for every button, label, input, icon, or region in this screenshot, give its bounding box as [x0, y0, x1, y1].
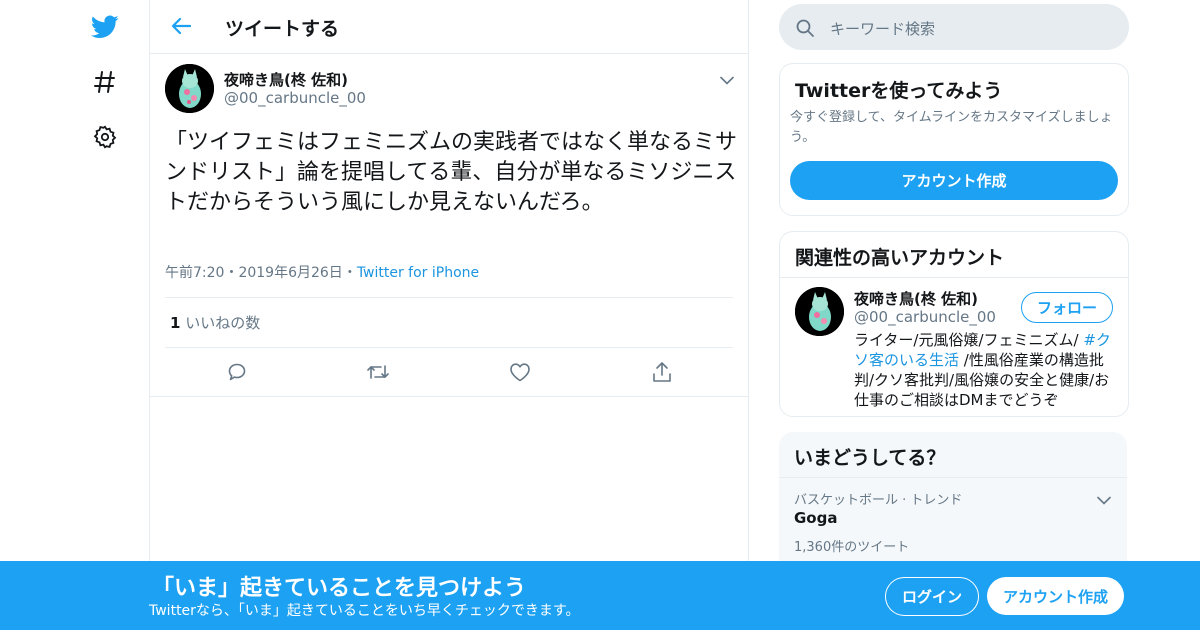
tweet-time[interactable]: 午前7:20: [165, 265, 224, 281]
reply-icon[interactable]: [223, 358, 251, 386]
tweet-meta: 午前7:20・2019年6月26日・Twitter for iPhone: [165, 262, 479, 282]
meta-separator: ・: [224, 265, 239, 281]
signup-card-title: Twitterを使ってみよう: [795, 80, 1003, 102]
banner-create-account-button[interactable]: アカウント作成: [987, 577, 1124, 615]
trend-tweet-count: 1,360件のツイート: [794, 540, 910, 555]
tweet-user-handle[interactable]: @00_carbuncle_00: [224, 89, 366, 107]
signup-card-description: 今すぐ登録して、タイムラインをカスタマイズしましょう。: [790, 110, 1113, 145]
search-box[interactable]: キーワード検索: [779, 4, 1129, 50]
page-title: ツイートする: [225, 18, 340, 40]
search-icon: [795, 18, 815, 42]
main-column: ツイートする 夜啼き鳥(柊 佐和) @00_carbuncle_00 「ツイフェ…: [149, 0, 749, 630]
related-user-bio: ライター/元風俗嬢/フェミニズム/ #クソ客のいる生活 /性風俗産業の構造批判/…: [854, 330, 1114, 410]
banner-subtitle: Twitterなら、「いま」起きていることをいち早くチェックできます。: [149, 603, 580, 619]
twitter-logo-icon[interactable]: [90, 12, 120, 42]
tweet-user-name[interactable]: 夜啼き鳥(柊 佐和): [224, 69, 348, 90]
chevron-down-icon[interactable]: [720, 70, 734, 89]
signup-banner: 「いま」起きていることを見つけよう Twitterなら、「いま」起きていることを…: [0, 561, 1200, 630]
trend-category: バスケットボール · トレンド: [794, 493, 963, 508]
divider: [165, 347, 733, 348]
likes-count: 1: [170, 314, 181, 332]
tweet-source-link[interactable]: Twitter for iPhone: [357, 265, 479, 281]
related-accounts-card: 関連性の高いアカウント 夜啼き鳥(柊 佐和) @00_carbuncle_00 …: [779, 231, 1129, 417]
related-accounts-title: 関連性の高いアカウント: [795, 247, 1005, 269]
signup-card: Twitterを使ってみよう 今すぐ登録して、タイムラインをカスタマイズしましょ…: [779, 63, 1129, 216]
retweet-icon[interactable]: [364, 358, 392, 386]
meta-separator: ・: [342, 265, 357, 281]
search-input[interactable]: キーワード検索: [830, 18, 935, 39]
avatar[interactable]: [165, 64, 214, 113]
follow-button[interactable]: フォロー: [1021, 292, 1113, 323]
related-user-handle[interactable]: @00_carbuncle_00: [854, 308, 996, 326]
chevron-down-icon[interactable]: [1097, 490, 1111, 509]
hashtag-icon[interactable]: [90, 67, 120, 97]
page-header: ツイートする: [150, 0, 748, 54]
avatar[interactable]: [795, 287, 844, 336]
trends-title: いまどうしてる？: [794, 447, 946, 469]
trends-card: いまどうしてる？ バスケットボール · トレンド Goga 1,360件のツイー…: [779, 432, 1127, 582]
bio-text: ライター/元風俗嬢/フェミニズム/: [854, 331, 1084, 349]
tweet-date[interactable]: 2019年6月26日: [238, 265, 342, 281]
left-nav: [0, 0, 149, 630]
back-arrow-icon[interactable]: [168, 13, 194, 39]
related-user-name[interactable]: 夜啼き鳥(柊 佐和): [854, 288, 978, 309]
gear-icon[interactable]: [90, 122, 120, 152]
trend-name[interactable]: Goga: [794, 509, 837, 527]
login-button[interactable]: ログイン: [885, 577, 979, 616]
tweet-actions: [150, 358, 748, 386]
divider: [150, 396, 748, 397]
likes-stat[interactable]: 1 いいねの数: [170, 312, 260, 333]
divider: [779, 477, 1127, 478]
tweet-text: 「ツイフェミはフェミニズムの実践者ではなく単なるミサンドリスト」論を提唱してる輩…: [165, 130, 738, 215]
divider: [165, 297, 733, 298]
divider: [780, 277, 1128, 278]
create-account-button[interactable]: アカウント作成: [790, 161, 1118, 200]
like-heart-icon[interactable]: [506, 358, 534, 386]
banner-title: 「いま」起きていることを見つけよう: [152, 576, 527, 601]
likes-label: いいねの数: [185, 314, 261, 332]
share-icon[interactable]: [648, 358, 676, 386]
